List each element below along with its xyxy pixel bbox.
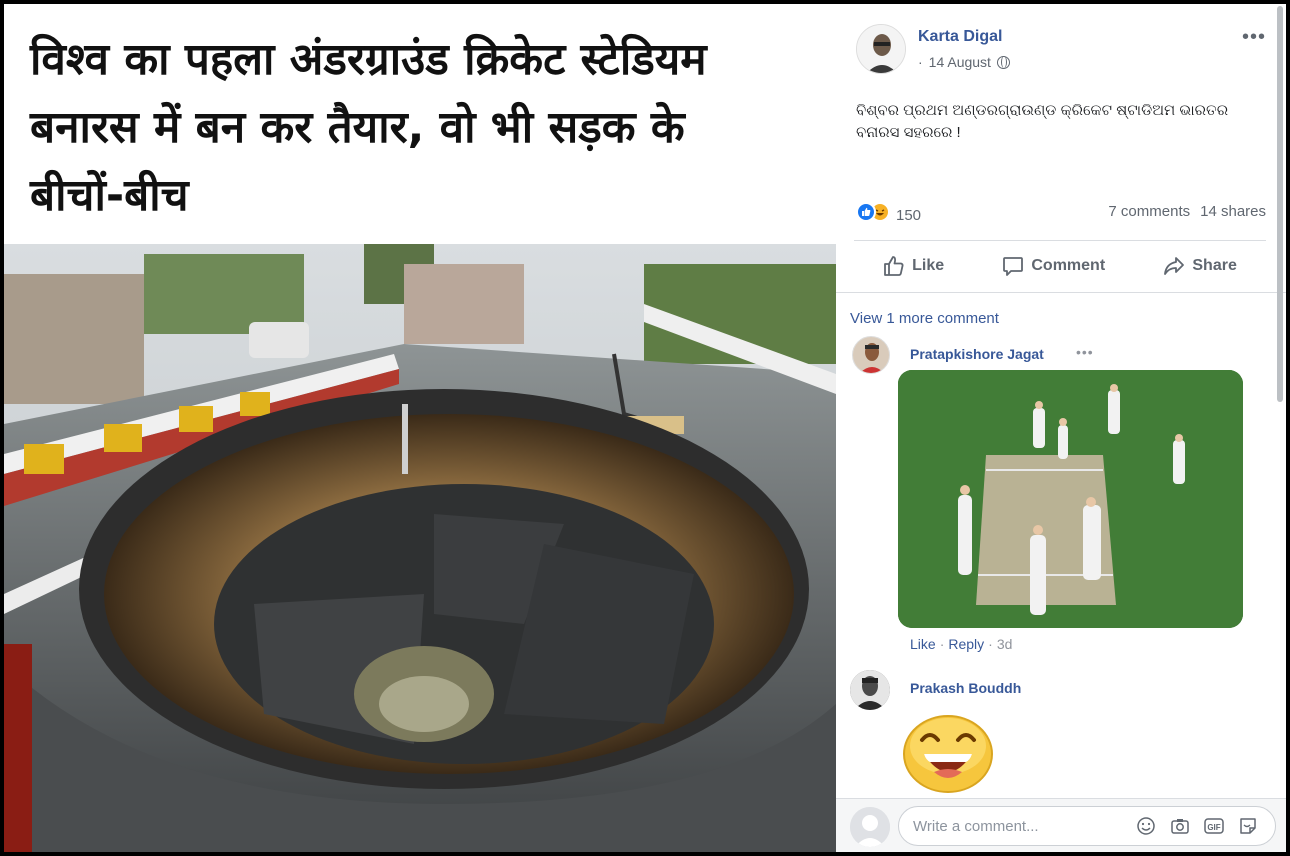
share-label: Share — [1192, 257, 1237, 274]
divider — [854, 240, 1266, 241]
commenter-name[interactable]: Pratapkishore Jagat — [910, 346, 1044, 362]
comment-button[interactable]: Comment — [1002, 255, 1105, 277]
panel-scrollbar[interactable] — [1276, 6, 1284, 406]
viewer-avatar — [850, 807, 890, 847]
post-options-button[interactable]: ••• — [1242, 26, 1266, 49]
like-button[interactable]: Like — [883, 255, 944, 277]
view-more-comments-link[interactable]: View 1 more comment — [850, 310, 999, 327]
svg-text:GIF: GIF — [1207, 823, 1220, 832]
commenter-avatar[interactable] — [850, 670, 890, 710]
share-arrow-icon — [1164, 257, 1185, 275]
post-side-panel: Karta Digal · 14 August ••• ବିଶ୍ବର ପ୍ରଥମ … — [836, 4, 1286, 852]
post-meta: · 14 August — [918, 54, 1010, 70]
commenter-avatar[interactable] — [852, 336, 890, 374]
scrollbar-thumb[interactable] — [1277, 6, 1283, 402]
comment-photo-cricket[interactable] — [898, 370, 1243, 628]
reactions-summary[interactable]: 150 — [856, 200, 921, 224]
thumbs-up-icon — [884, 256, 904, 276]
engagement-counts: 7 comments 14 shares — [1108, 203, 1266, 220]
emoji-icon[interactable] — [1135, 815, 1157, 837]
meta-dot: · — [918, 54, 923, 70]
headline-line: बनारस में बन कर तैयार, वो भी सड़क के — [30, 102, 685, 153]
comment-label: Comment — [1031, 257, 1106, 274]
post-action-bar: Like Comment Share — [854, 248, 1266, 284]
comment-input[interactable] — [913, 817, 1123, 835]
commenter-name[interactable]: Prakash Bouddh — [910, 680, 1021, 696]
comment-box[interactable]: GIF — [898, 806, 1276, 846]
post-caption: ବିଶ୍ବର ପ୍ରଥମ ଅଣ୍ଡରଗ୍ରାଉଣ୍ଡ କ୍ରିକେଟ ଷ୍ଟାଡ… — [856, 102, 1229, 141]
camera-icon[interactable] — [1169, 815, 1191, 837]
comment-reply-link[interactable]: Reply — [948, 636, 984, 652]
comment-actions: Like · Reply · 3d — [910, 636, 1012, 652]
separator-dot: · — [988, 636, 993, 652]
laughing-face-sticker — [903, 715, 993, 793]
post-media[interactable]: विश्व का पहला अंडरग्राउंड क्रिकेट स्टेडि… — [4, 4, 836, 852]
headline-line: विश्व का पहला अंडरग्राउंड क्रिकेट स्टेडि… — [30, 34, 707, 85]
separator-dot: · — [939, 636, 945, 652]
headline-line: बीचों-बीच — [30, 170, 189, 221]
post-date[interactable]: 14 August — [929, 54, 991, 70]
comment-composer: GIF — [836, 798, 1286, 852]
screenshot-frame: विश्व का पहला अंडरग्राउंड क्रिकेट स्टेडि… — [0, 0, 1290, 856]
share-button[interactable]: Share — [1163, 255, 1237, 277]
comment-timestamp[interactable]: 3d — [997, 636, 1013, 652]
author-avatar[interactable] — [856, 24, 906, 74]
like-reaction-icon — [856, 202, 876, 222]
reaction-count: 150 — [896, 206, 922, 224]
divider — [836, 292, 1286, 293]
like-label: Like — [912, 257, 945, 274]
comments-count-link[interactable]: 7 comments — [1108, 203, 1190, 220]
sinkhole-road-photo — [4, 244, 836, 852]
author-name[interactable]: Karta Digal — [918, 28, 1002, 46]
shares-count-link[interactable]: 14 shares — [1200, 203, 1266, 220]
globe-icon — [996, 56, 1010, 69]
photo-headline: विश्व का पहला अंडरग्राउंड क्रिकेट स्टेडि… — [30, 26, 830, 230]
sticker-icon[interactable] — [1237, 815, 1259, 837]
comment-options-button[interactable]: ••• — [1076, 344, 1094, 360]
comment-bubble-icon — [1003, 257, 1024, 276]
gif-icon[interactable]: GIF — [1203, 815, 1225, 837]
comment-like-link[interactable]: Like — [910, 636, 936, 652]
